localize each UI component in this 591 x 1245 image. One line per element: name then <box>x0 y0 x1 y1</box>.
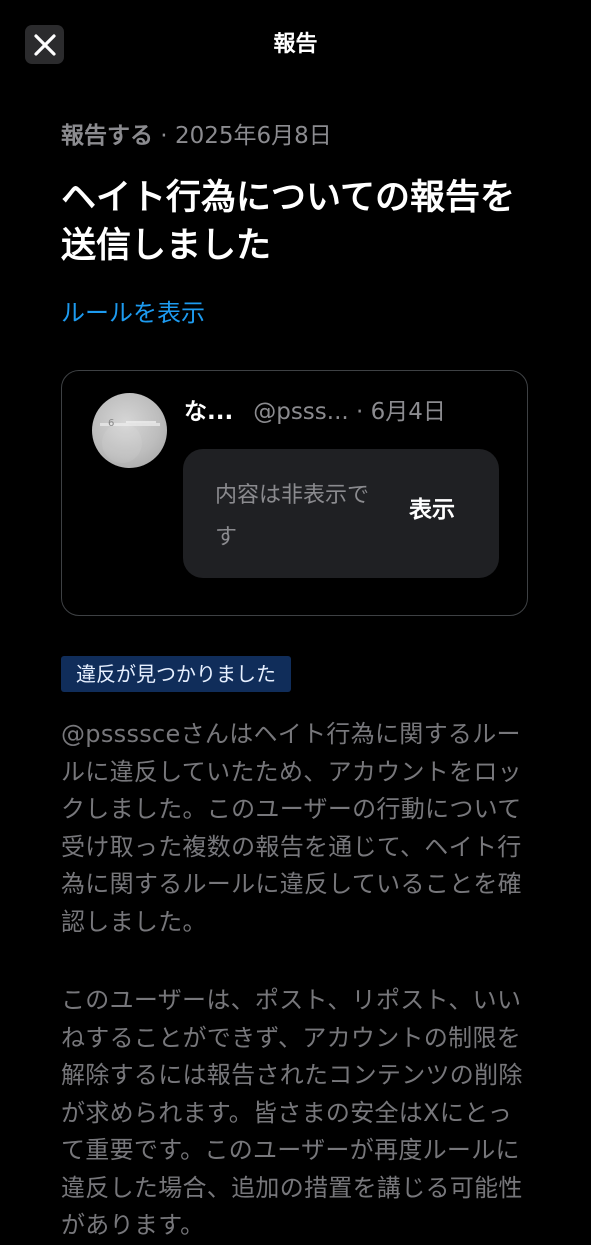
page-title: 報告 <box>273 32 318 57</box>
violation-paragraph-2: このユーザーは、ポスト、リポスト、いいねすることができず、アカウントの制限を解除… <box>61 986 523 1239</box>
report-title: ヘイト行為についての報告を送信しました <box>61 178 515 266</box>
report-action-label: 報告する <box>61 123 153 149</box>
post-handle[interactable]: @psss... <box>253 399 348 425</box>
hidden-content-box: 内容は非表示です 表示 <box>183 449 499 578</box>
violation-paragraph-1: @pssssceさんはヘイト行為に関するルールに違反していたため、アカウントをロ… <box>61 720 522 936</box>
meta-separator: · <box>153 123 175 149</box>
avatar[interactable]: 6 <box>92 393 167 468</box>
top-bar: 報告 <box>0 0 591 90</box>
post-date: · 6月4日 <box>348 399 446 425</box>
view-rules-link[interactable]: ルールを表示 <box>61 296 205 330</box>
hidden-content-notice: 内容は非表示です <box>215 483 370 550</box>
post-author-name[interactable]: な... <box>184 399 233 425</box>
report-date: 2025年6月8日 <box>174 123 332 149</box>
post-header: な... @psss... · 6月4日 <box>184 395 514 429</box>
report-meta: 報告する · 2025年6月8日 <box>61 120 332 152</box>
avatar-image: 6 <box>100 418 160 463</box>
reported-post-card[interactable]: 6 な... @psss... · 6月4日 内容は非表示です 表示 <box>61 370 528 616</box>
violation-badge: 違反が見つかりました <box>61 656 291 692</box>
show-content-button[interactable]: 表示 <box>409 493 455 527</box>
